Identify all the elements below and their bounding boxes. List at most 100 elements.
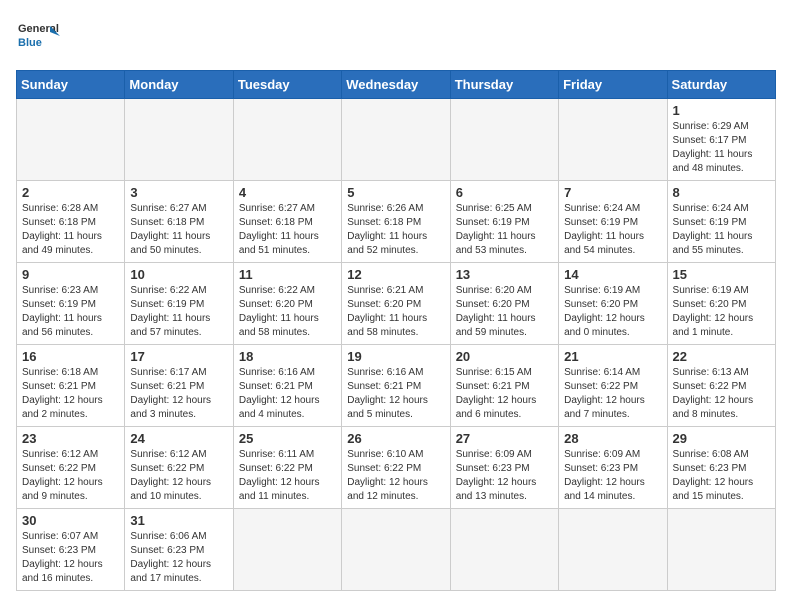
day-number: 23 — [22, 431, 119, 446]
day-number: 27 — [456, 431, 553, 446]
calendar-day: 13 Sunrise: 6:20 AM Sunset: 6:20 PM Dayli… — [450, 263, 558, 345]
calendar-day — [559, 99, 667, 181]
calendar-day: 2Sunrise: 6:28 AM Sunset: 6:18 PM Daylig… — [17, 181, 125, 263]
calendar-day: 19 Sunrise: 6:16 AM Sunset: 6:21 PM Dayli… — [342, 345, 450, 427]
day-info: Sunrise: 6:25 AM Sunset: 6:19 PM Dayligh… — [456, 202, 553, 258]
day-info: Sunrise: 6:19 AM Sunset: 6:20 PM Dayligh… — [564, 284, 661, 340]
calendar-day: 24 Sunrise: 6:12 AM Sunset: 6:22 PM Dayli… — [125, 427, 233, 509]
day-info: Sunrise: 6:12 AM Sunset: 6:22 PM Dayligh… — [22, 448, 119, 504]
day-info: Sunrise: 6:26 AM Sunset: 6:18 PM Dayligh… — [347, 202, 444, 258]
day-number: 2 — [22, 185, 119, 200]
calendar-day — [450, 99, 558, 181]
day-info: Sunrise: 6:19 AM Sunset: 6:20 PM Dayligh… — [673, 284, 770, 340]
calendar-day: 7Sunrise: 6:24 AM Sunset: 6:19 PM Daylig… — [559, 181, 667, 263]
calendar-day — [342, 99, 450, 181]
calendar-day: 21Sunrise: 6:14 AM Sunset: 6:22 PM Dayli… — [559, 345, 667, 427]
calendar-day — [17, 99, 125, 181]
day-number: 3 — [130, 185, 227, 200]
day-number: 25 — [239, 431, 336, 446]
day-info: Sunrise: 6:18 AM Sunset: 6:21 PM Dayligh… — [22, 366, 119, 422]
day-number: 10 — [130, 267, 227, 282]
calendar-day: 15Sunrise: 6:19 AM Sunset: 6:20 PM Dayli… — [667, 263, 775, 345]
calendar-day: 17Sunrise: 6:17 AM Sunset: 6:21 PM Dayli… — [125, 345, 233, 427]
day-info: Sunrise: 6:09 AM Sunset: 6:23 PM Dayligh… — [564, 448, 661, 504]
calendar-day: 22 Sunrise: 6:13 AM Sunset: 6:22 PM Dayli… — [667, 345, 775, 427]
day-info: Sunrise: 6:22 AM Sunset: 6:19 PM Dayligh… — [130, 284, 227, 340]
day-number: 31 — [130, 513, 227, 528]
calendar-day — [233, 99, 341, 181]
day-number: 21 — [564, 349, 661, 364]
day-number: 4 — [239, 185, 336, 200]
calendar-day: 18 Sunrise: 6:16 AM Sunset: 6:21 PM Dayli… — [233, 345, 341, 427]
day-number: 18 — [239, 349, 336, 364]
day-info: Sunrise: 6:21 AM Sunset: 6:20 PM Dayligh… — [347, 284, 444, 340]
calendar-day: 29Sunrise: 6:08 AM Sunset: 6:23 PM Dayli… — [667, 427, 775, 509]
day-number: 24 — [130, 431, 227, 446]
calendar-day: 31 Sunrise: 6:06 AM Sunset: 6:23 PM Dayli… — [125, 509, 233, 591]
calendar-day — [233, 509, 341, 591]
logo: General Blue — [16, 16, 60, 60]
day-number: 14 — [564, 267, 661, 282]
calendar-day: 23 Sunrise: 6:12 AM Sunset: 6:22 PM Dayli… — [17, 427, 125, 509]
calendar-week-5: 23 Sunrise: 6:12 AM Sunset: 6:22 PM Dayli… — [17, 427, 776, 509]
calendar-day: 10 Sunrise: 6:22 AM Sunset: 6:19 PM Dayli… — [125, 263, 233, 345]
calendar-day: 8Sunrise: 6:24 AM Sunset: 6:19 PM Daylig… — [667, 181, 775, 263]
calendar-day — [667, 509, 775, 591]
day-info: Sunrise: 6:24 AM Sunset: 6:19 PM Dayligh… — [673, 202, 770, 258]
calendar-day: 11 Sunrise: 6:22 AM Sunset: 6:20 PM Dayli… — [233, 263, 341, 345]
day-info: Sunrise: 6:13 AM Sunset: 6:22 PM Dayligh… — [673, 366, 770, 422]
calendar-day: 14 Sunrise: 6:19 AM Sunset: 6:20 PM Dayli… — [559, 263, 667, 345]
day-info: Sunrise: 6:22 AM Sunset: 6:20 PM Dayligh… — [239, 284, 336, 340]
day-info: Sunrise: 6:09 AM Sunset: 6:23 PM Dayligh… — [456, 448, 553, 504]
day-number: 13 — [456, 267, 553, 282]
calendar-day: 30Sunrise: 6:07 AM Sunset: 6:23 PM Dayli… — [17, 509, 125, 591]
weekday-header-friday: Friday — [559, 71, 667, 99]
day-info: Sunrise: 6:16 AM Sunset: 6:21 PM Dayligh… — [239, 366, 336, 422]
day-info: Sunrise: 6:23 AM Sunset: 6:19 PM Dayligh… — [22, 284, 119, 340]
calendar-day — [342, 509, 450, 591]
day-number: 17 — [130, 349, 227, 364]
day-number: 30 — [22, 513, 119, 528]
calendar-day — [125, 99, 233, 181]
day-info: Sunrise: 6:11 AM Sunset: 6:22 PM Dayligh… — [239, 448, 336, 504]
calendar-week-6: 30Sunrise: 6:07 AM Sunset: 6:23 PM Dayli… — [17, 509, 776, 591]
day-info: Sunrise: 6:06 AM Sunset: 6:23 PM Dayligh… — [130, 530, 227, 586]
logo-icon: General Blue — [16, 16, 60, 60]
calendar-header-row: SundayMondayTuesdayWednesdayThursdayFrid… — [17, 71, 776, 99]
weekday-header-saturday: Saturday — [667, 71, 775, 99]
day-number: 5 — [347, 185, 444, 200]
calendar-week-2: 2Sunrise: 6:28 AM Sunset: 6:18 PM Daylig… — [17, 181, 776, 263]
calendar-day: 27 Sunrise: 6:09 AM Sunset: 6:23 PM Dayli… — [450, 427, 558, 509]
calendar-day: 20Sunrise: 6:15 AM Sunset: 6:21 PM Dayli… — [450, 345, 558, 427]
day-number: 9 — [22, 267, 119, 282]
day-number: 6 — [456, 185, 553, 200]
calendar-day: 5 Sunrise: 6:26 AM Sunset: 6:18 PM Daylig… — [342, 181, 450, 263]
day-info: Sunrise: 6:16 AM Sunset: 6:21 PM Dayligh… — [347, 366, 444, 422]
day-number: 22 — [673, 349, 770, 364]
day-number: 11 — [239, 267, 336, 282]
day-number: 28 — [564, 431, 661, 446]
calendar-day: 1Sunrise: 6:29 AM Sunset: 6:17 PM Daylig… — [667, 99, 775, 181]
day-info: Sunrise: 6:10 AM Sunset: 6:22 PM Dayligh… — [347, 448, 444, 504]
day-number: 16 — [22, 349, 119, 364]
calendar-table: SundayMondayTuesdayWednesdayThursdayFrid… — [16, 70, 776, 591]
calendar-week-3: 9 Sunrise: 6:23 AM Sunset: 6:19 PM Daylig… — [17, 263, 776, 345]
calendar-day: 4 Sunrise: 6:27 AM Sunset: 6:18 PM Daylig… — [233, 181, 341, 263]
day-number: 29 — [673, 431, 770, 446]
day-info: Sunrise: 6:27 AM Sunset: 6:18 PM Dayligh… — [239, 202, 336, 258]
day-number: 19 — [347, 349, 444, 364]
weekday-header-thursday: Thursday — [450, 71, 558, 99]
calendar-day: 26 Sunrise: 6:10 AM Sunset: 6:22 PM Dayli… — [342, 427, 450, 509]
day-info: Sunrise: 6:20 AM Sunset: 6:20 PM Dayligh… — [456, 284, 553, 340]
calendar-week-1: 1Sunrise: 6:29 AM Sunset: 6:17 PM Daylig… — [17, 99, 776, 181]
day-number: 12 — [347, 267, 444, 282]
weekday-header-tuesday: Tuesday — [233, 71, 341, 99]
day-number: 1 — [673, 103, 770, 118]
calendar-day: 6 Sunrise: 6:25 AM Sunset: 6:19 PM Daylig… — [450, 181, 558, 263]
calendar-day: 3 Sunrise: 6:27 AM Sunset: 6:18 PM Daylig… — [125, 181, 233, 263]
weekday-header-monday: Monday — [125, 71, 233, 99]
day-info: Sunrise: 6:12 AM Sunset: 6:22 PM Dayligh… — [130, 448, 227, 504]
day-number: 26 — [347, 431, 444, 446]
calendar-day: 9 Sunrise: 6:23 AM Sunset: 6:19 PM Daylig… — [17, 263, 125, 345]
day-info: Sunrise: 6:27 AM Sunset: 6:18 PM Dayligh… — [130, 202, 227, 258]
